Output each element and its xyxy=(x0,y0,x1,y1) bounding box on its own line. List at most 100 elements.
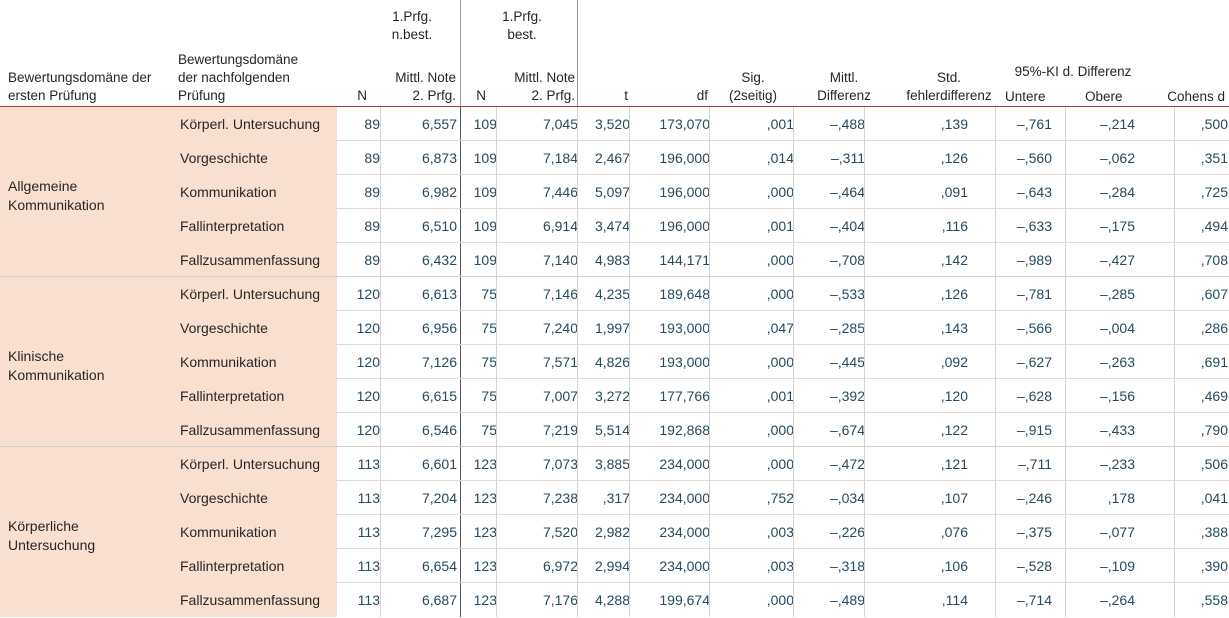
std-error-cell: ,091 xyxy=(864,175,968,209)
ci-upper-cell: ,178 xyxy=(1065,481,1135,515)
table-row: Fallinterpretation 120 6,615 75 7,007 3,272 17… xyxy=(175,379,1229,413)
row-domain-label: Fallzusammenfassung xyxy=(175,583,337,617)
header-std-error-line2: fehlerdifferenz xyxy=(906,88,992,103)
header-sig: Sig. (2seitig) xyxy=(720,69,786,105)
n-nbest-cell: 89 xyxy=(364,252,380,268)
ci-upper-cell: –,062 xyxy=(1065,141,1135,175)
n-nbest-cell: 120 xyxy=(356,354,380,370)
std-error-cell: ,120 xyxy=(864,379,968,413)
header-sig-line2: (2seitig) xyxy=(728,88,777,103)
ci-upper-cell: –,214 xyxy=(1065,107,1135,141)
t-value-cell: 4,288 xyxy=(577,583,630,617)
n-nbest-cell: 113 xyxy=(357,592,380,608)
header-group-best: 1.Prfg. best. xyxy=(495,8,549,44)
group-label-cell: Körperliche Untersuchung xyxy=(0,447,175,617)
n-nbest-cell: 113 xyxy=(357,490,380,506)
table-row: Kommunikation 89 6,982 109 7,446 5,097 196,000… xyxy=(175,175,1229,209)
n-best-cell: 75 xyxy=(460,345,497,379)
n-nbest-cell: 120 xyxy=(356,422,380,438)
cohens-d-cell: ,469 xyxy=(1174,379,1228,413)
df-cell: 199,674 xyxy=(629,583,710,617)
sig-cell: ,014 xyxy=(709,141,794,175)
table-row: Fallinterpretation 89 6,510 109 6,914 3,474 19… xyxy=(175,209,1229,243)
ci-upper-cell: –,263 xyxy=(1065,345,1135,379)
t-value-cell: 3,272 xyxy=(577,379,630,413)
table-body: Allgemeine Kommunikation Körperl. Untersuc… xyxy=(0,107,1229,617)
mean-nbest-cell: 6,654 xyxy=(380,549,457,583)
ci-upper-cell: –,285 xyxy=(1065,277,1135,311)
ci-lower-cell: –,375 xyxy=(995,515,1052,549)
mean-nbest-cell: 7,126 xyxy=(380,345,457,379)
cohens-d-cell: ,558 xyxy=(1174,583,1228,617)
sig-cell: ,752 xyxy=(709,481,794,515)
df-cell: 234,000 xyxy=(629,549,710,583)
header-domain-first-line2: ersten Prüfung xyxy=(8,88,97,103)
cohens-d-cell: ,494 xyxy=(1174,209,1228,243)
t-value-cell: 4,235 xyxy=(577,277,630,311)
row-domain-label: Fallinterpretation xyxy=(175,209,337,243)
sig-cell: ,047 xyxy=(709,311,794,345)
ci-upper-cell: –,077 xyxy=(1065,515,1135,549)
mean-diff-cell: –,708 xyxy=(793,243,865,277)
ci-upper-cell: –,233 xyxy=(1065,447,1135,481)
row-domain-label: Fallinterpretation xyxy=(175,379,337,413)
group-label: Allgemeine Kommunikation xyxy=(8,177,105,215)
mean-best-cell: 7,146 xyxy=(496,277,578,311)
mean-diff-cell: –,392 xyxy=(793,379,865,413)
header-domain-first: Bewertungsdomäne der ersten Prüfung xyxy=(8,69,151,105)
n-best-cell: 123 xyxy=(460,515,497,549)
row-domain-label: Körperl. Untersuchung xyxy=(175,447,337,481)
n-best-cell: 75 xyxy=(460,277,497,311)
std-error-cell: ,143 xyxy=(864,311,968,345)
mean-diff-cell: –,318 xyxy=(793,549,865,583)
df-cell: 177,766 xyxy=(629,379,710,413)
table-row: Körperl. Untersuchung 89 6,557 109 7,045 3,52… xyxy=(175,107,1229,141)
mean-best-cell: 7,007 xyxy=(496,379,578,413)
mean-best-cell: 7,176 xyxy=(496,583,578,617)
mean-nbest-cell: 6,613 xyxy=(380,277,457,311)
df-cell: 234,000 xyxy=(629,515,710,549)
mean-nbest-cell: 6,557 xyxy=(380,107,457,141)
sig-cell: ,001 xyxy=(709,209,794,243)
std-error-cell: ,126 xyxy=(864,141,968,175)
sig-cell: ,000 xyxy=(709,583,794,617)
n-best-cell: 75 xyxy=(460,379,497,413)
std-error-cell: ,142 xyxy=(864,243,968,277)
df-cell: 189,648 xyxy=(629,277,710,311)
table-row: Fallinterpretation 113 6,654 123 6,972 2,994 2… xyxy=(175,549,1229,583)
n-best-cell: 123 xyxy=(460,481,497,515)
header-group-nbest-line1: 1.Prfg. xyxy=(392,9,432,24)
mean-diff-cell: –,674 xyxy=(793,413,865,447)
ci-lower-cell: –,781 xyxy=(995,277,1052,311)
table-row: Fallzusammenfassung 120 6,546 75 7,219 5,514 1… xyxy=(175,413,1229,447)
table-row: Vorgeschichte 113 7,204 123 7,238,317 234,000… xyxy=(175,481,1229,515)
mean-best-cell: 6,914 xyxy=(496,209,578,243)
mean-nbest-cell: 6,432 xyxy=(380,243,457,277)
std-error-cell: ,114 xyxy=(864,583,968,617)
std-error-cell: ,139 xyxy=(864,107,968,141)
t-value-cell: 3,885 xyxy=(577,447,630,481)
ci-lower-cell: –,915 xyxy=(995,413,1052,447)
ci-lower-cell: –,528 xyxy=(995,549,1052,583)
mean-best-cell: 6,972 xyxy=(496,549,578,583)
ci-lower-cell: –,714 xyxy=(995,583,1052,617)
mean-diff-cell: –,404 xyxy=(793,209,865,243)
header-mean2-line2: 2. Prfg. xyxy=(531,88,575,103)
table-header: Bewertungsdomäne der ersten Prüfung Bewe… xyxy=(0,0,1229,107)
mean-best-cell: 7,446 xyxy=(496,175,578,209)
cohens-d-cell: ,390 xyxy=(1174,549,1228,583)
t-value-cell: 5,097 xyxy=(577,175,630,209)
std-error-cell: ,076 xyxy=(864,515,968,549)
ci-lower-cell: –,633 xyxy=(995,209,1052,243)
n-nbest-cell: 120 xyxy=(356,286,380,302)
cohens-d-cell: ,506 xyxy=(1174,447,1228,481)
n-best-cell: 109 xyxy=(460,175,497,209)
cohens-d-cell: ,500 xyxy=(1174,107,1228,141)
header-ci-title: 95%-KI d. Differenz xyxy=(1014,64,1132,79)
sig-cell: ,000 xyxy=(709,413,794,447)
mean-best-cell: 7,073 xyxy=(496,447,578,481)
df-cell: 196,000 xyxy=(629,141,710,175)
table-row: Kommunikation 120 7,126 75 7,571 4,826 193,000… xyxy=(175,345,1229,379)
n-nbest-cell: 113 xyxy=(357,524,380,540)
cohens-d-cell: ,708 xyxy=(1174,243,1228,277)
